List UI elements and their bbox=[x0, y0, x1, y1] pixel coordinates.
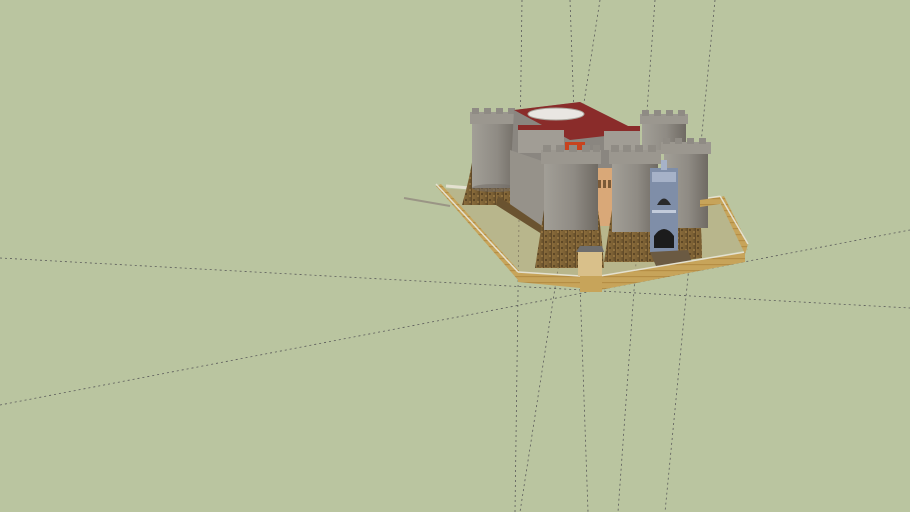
axis-lines bbox=[0, 0, 910, 512]
courtyard-dome bbox=[527, 107, 585, 121]
gatehouse bbox=[576, 246, 604, 292]
3d-model-viewport[interactable] bbox=[0, 0, 910, 512]
castle-model[interactable] bbox=[403, 102, 749, 292]
outer-wall-back bbox=[445, 184, 471, 190]
bridge-left bbox=[403, 197, 451, 207]
triumphal-gate bbox=[650, 160, 678, 252]
axis-line bbox=[0, 229, 910, 406]
scene-canvas[interactable] bbox=[0, 0, 910, 512]
axis-line bbox=[0, 257, 910, 309]
